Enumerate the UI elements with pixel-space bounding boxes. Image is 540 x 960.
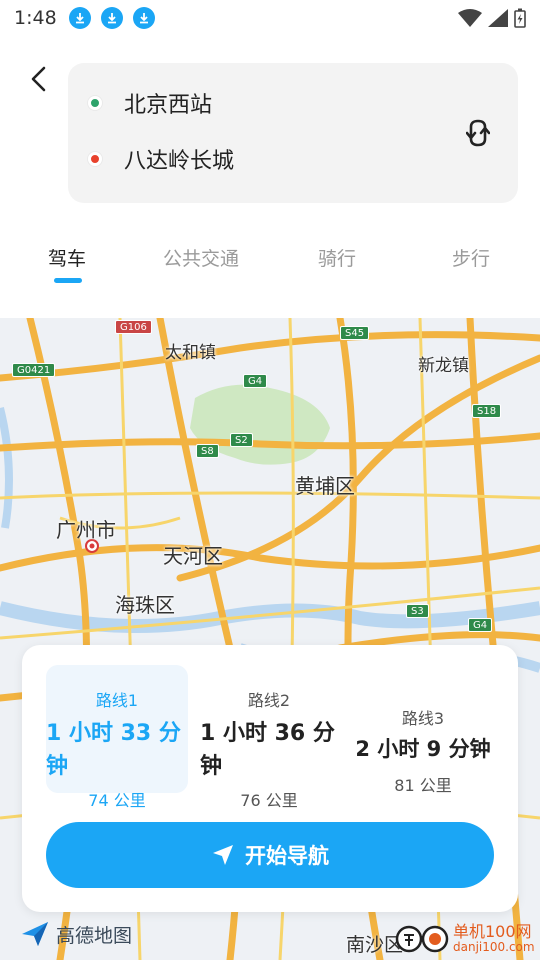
watermark-logo-icon [395,925,449,953]
road-badge: S18 [472,404,502,418]
road-badge: G4 [243,374,268,388]
map-label: 新龙镇 [418,356,469,376]
signal-icon [488,9,508,27]
download-icon [100,7,123,29]
status-time: 1:48 [14,7,57,29]
amap-logo-icon [22,922,48,946]
status-icons [458,8,526,28]
road-badge: S2 [230,433,253,447]
watermark-site-url: danji100.com [453,940,535,954]
road-badge: S3 [406,604,429,618]
map-brand-logo: 高德地图 [20,920,132,948]
transport-mode-tabs: 驾车 公共交通 骑行 步行 [0,236,540,286]
site-watermark: 单机100网 danji100.com [395,918,540,960]
swap-route-button[interactable] [462,115,494,151]
end-location-row[interactable]: 八达岭长城 [88,143,234,175]
back-arrow-icon [31,66,46,92]
start-location: 北京西站 [124,93,213,118]
route-options-card: 路线1 1 小时 33 分钟 74 公里 路线2 1 小时 36 分钟 76 公… [22,645,518,912]
route-distance: 74 公里 [88,791,146,810]
road-badge: G106 [115,320,152,334]
download-icon [132,7,155,29]
tab-public-transit[interactable]: 公共交通 [163,244,239,271]
status-bar: 1:48 [0,0,540,36]
watermark-site-name: 单机100网 [453,922,532,941]
swap-icon [466,119,490,147]
battery-charging-icon [514,8,526,28]
route-label: 路线1 [95,691,139,710]
route-option-1[interactable]: 路线1 1 小时 33 分钟 74 公里 [46,665,188,810]
start-dot-icon [88,96,102,110]
wifi-icon [458,9,482,27]
tab-cycling[interactable]: 骑行 [318,244,356,271]
road-badge: S8 [196,444,219,458]
road-badge: G4 [468,618,493,632]
tab-active-indicator [54,278,82,283]
tab-driving[interactable]: 驾车 [48,244,86,271]
map-label: 黄埔区 [295,474,355,498]
route-time: 2 小时 9 分钟 [355,737,491,761]
back-button[interactable] [22,62,54,96]
map-brand-text: 高德地图 [56,924,133,947]
tab-walking[interactable]: 步行 [452,244,490,271]
download-icon [68,7,91,29]
road-badge: S45 [340,326,370,340]
end-location: 八达岭长城 [124,149,235,174]
map-label: 海珠区 [115,593,175,617]
route-input-box: 北京西站 八达岭长城 [68,63,518,203]
route-option-3[interactable]: 路线3 2 小时 9 分钟 81 公里 [352,665,494,795]
route-distance: 76 公里 [240,791,298,810]
route-label: 路线2 [247,691,291,710]
map-label: 广州市 [56,518,116,542]
road-badge: G0421 [12,363,56,377]
navigation-arrow-icon [213,845,233,865]
start-navigation-button[interactable]: 开始导航 [46,822,494,888]
map-label: 天河区 [163,544,223,568]
end-dot-icon [88,152,102,166]
route-time: 1 小时 33 分钟 [46,721,181,779]
route-label: 路线3 [401,709,445,728]
map-label: 太和镇 [165,343,216,363]
start-location-row[interactable]: 北京西站 [88,87,212,119]
route-time: 1 小时 36 分钟 [200,721,335,779]
route-option-2[interactable]: 路线2 1 小时 36 分钟 76 公里 [198,665,340,810]
route-distance: 81 公里 [394,776,452,795]
start-navigation-label: 开始导航 [245,844,329,868]
